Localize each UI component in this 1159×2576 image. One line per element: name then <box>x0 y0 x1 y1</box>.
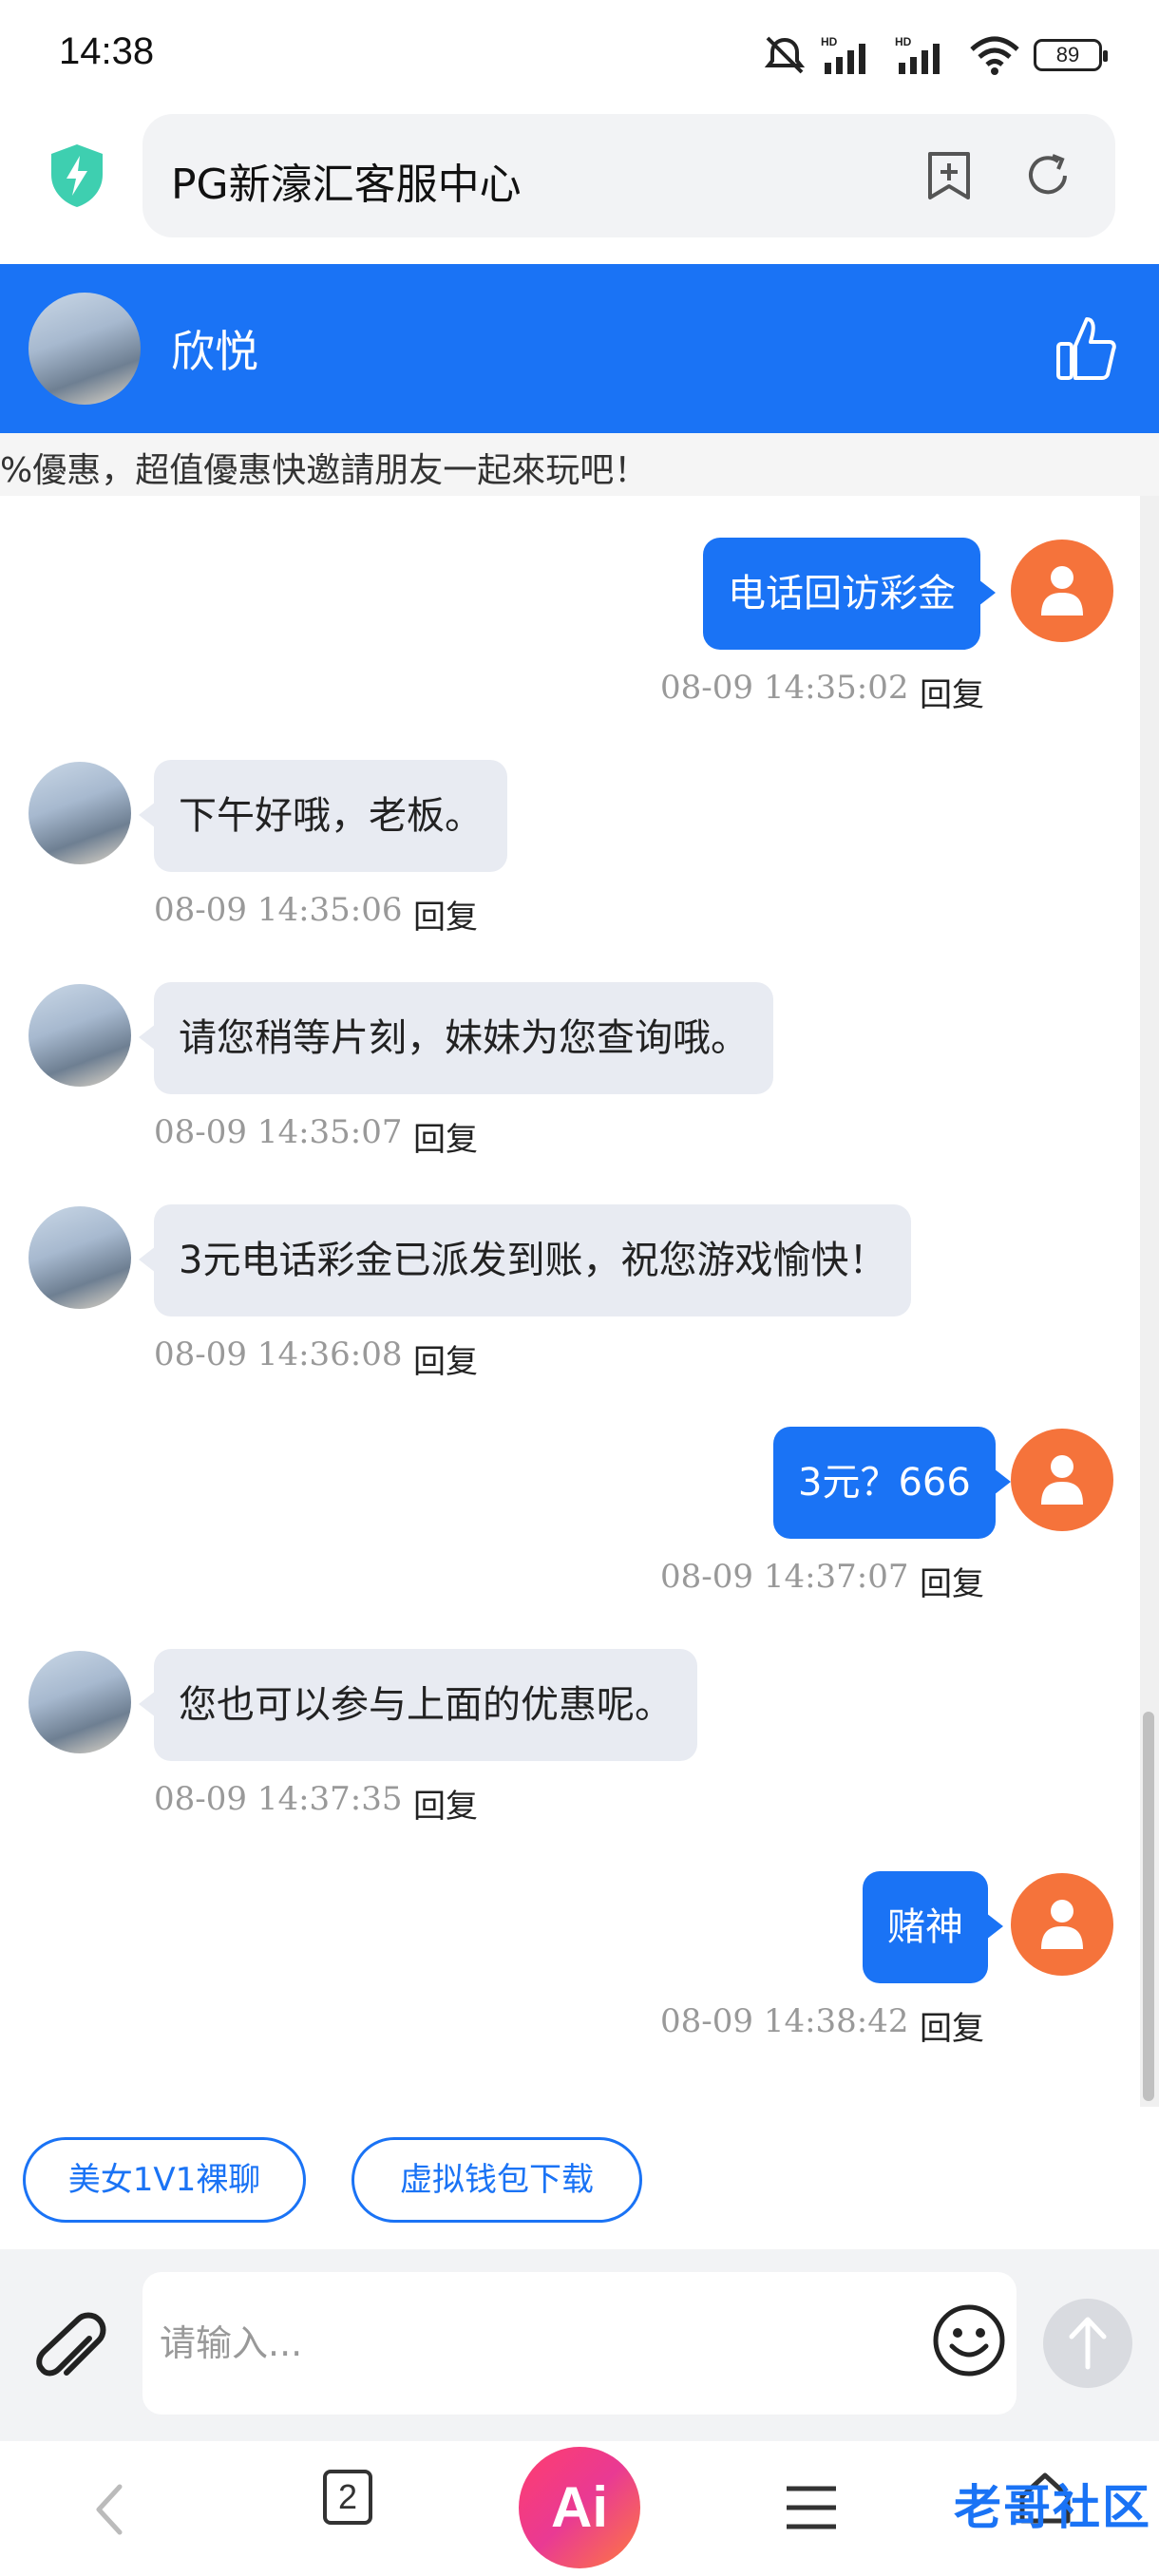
message-bubble-user[interactable]: 3元？666 <box>773 1427 1011 1539</box>
thumbs-up-icon[interactable] <box>1054 313 1117 382</box>
wifi-icon <box>970 36 1019 75</box>
message-bubble-agent[interactable]: 3元电话彩金已派发到账，祝您游戏愉快！ <box>138 1204 912 1316</box>
mute-icon <box>764 36 806 74</box>
refresh-icon[interactable] <box>1022 150 1074 201</box>
send-button[interactable] <box>1043 2299 1132 2388</box>
quick-reply-button[interactable]: 虚拟钱包下载 <box>352 2137 642 2223</box>
reply-link[interactable]: 回复 <box>920 2002 984 2049</box>
status-icons: HD HD 89 <box>762 28 1108 82</box>
user-avatar <box>1011 540 1113 642</box>
message-time: 08-09 14:36:08 <box>154 1335 403 1373</box>
message-bubble-agent[interactable]: 请您稍等片刻，妹妹为您查询哦。 <box>139 982 773 1094</box>
reply-link[interactable]: 回复 <box>413 1113 478 1160</box>
message-bubble-user[interactable]: 电话回访彩金 <box>703 538 996 650</box>
message-time: 08-09 14:37:35 <box>154 1780 403 1818</box>
browser-nav-bar: 2 Ai 老哥社区 <box>0 2441 1159 2576</box>
reply-link[interactable]: 回复 <box>413 891 478 938</box>
send-arrow-icon <box>1069 2317 1107 2370</box>
reply-link[interactable]: 回复 <box>413 1335 478 1382</box>
scroll-thumb[interactable] <box>1143 1712 1154 2101</box>
user-icon <box>1041 1455 1083 1505</box>
message-input[interactable] <box>142 2272 1016 2415</box>
menu-icon[interactable] <box>785 2483 838 2532</box>
battery-icon: 89 <box>1034 39 1108 71</box>
announcement-text: %優惠，超值優惠快邀請朋友一起來玩吧！ <box>0 451 649 490</box>
reply-link[interactable]: 回复 <box>413 1780 478 1827</box>
chat-header: 欣悦 <box>0 264 1159 433</box>
message-time: 08-09 14:35:06 <box>154 891 403 929</box>
status-bar: 14:38 HD HD 89 <box>0 0 1159 104</box>
emoji-icon[interactable] <box>931 2302 1007 2378</box>
message-time: 08-09 14:35:07 <box>154 1113 403 1151</box>
quick-reply-bar: 美女1V1裸聊 虚拟钱包下载 <box>0 2107 1159 2249</box>
agent-name: 欣悦 <box>171 326 258 377</box>
agent-avatar <box>28 1206 131 1309</box>
message-bubble-user[interactable]: 赌神 <box>863 1871 1003 1983</box>
message-time: 08-09 14:37:07 <box>660 1558 909 1596</box>
url-bar[interactable]: PG新濠汇客服中心 <box>142 114 1115 237</box>
message-time: 08-09 14:38:42 <box>660 2002 909 2040</box>
agent-avatar <box>28 762 131 864</box>
agent-avatar <box>28 1651 131 1753</box>
svg-text:HD: HD <box>821 35 838 48</box>
status-time: 14:38 <box>59 30 155 72</box>
chat-scrollbar[interactable] <box>1140 496 1159 2107</box>
quick-reply-button[interactable]: 美女1V1裸聊 <box>23 2137 306 2223</box>
user-avatar <box>1011 1429 1113 1531</box>
paperclip-icon[interactable] <box>34 2302 110 2388</box>
hd-signal-icon: HD <box>895 35 940 74</box>
back-icon[interactable] <box>91 2481 129 2538</box>
browser-bar: PG新濠汇客服中心 <box>0 104 1159 264</box>
reply-link[interactable]: 回复 <box>920 669 984 715</box>
security-shield-icon[interactable] <box>48 142 106 209</box>
input-bar <box>0 2249 1159 2441</box>
user-avatar <box>1011 1873 1113 1976</box>
watermark-logo: 老哥社区 <box>897 2460 1153 2555</box>
tabs-icon[interactable]: 2 <box>323 2470 372 2525</box>
agent-avatar <box>28 984 131 1087</box>
hd-signal-icon: HD <box>821 35 865 74</box>
reply-link[interactable]: 回复 <box>920 1558 984 1604</box>
message-time: 08-09 14:35:02 <box>660 669 909 707</box>
user-icon <box>1041 1900 1083 1949</box>
agent-avatar <box>28 293 141 405</box>
svg-text:HD: HD <box>895 35 912 48</box>
announcement-marquee: %優惠，超值優惠快邀請朋友一起來玩吧！ <box>0 433 1159 496</box>
message-bubble-agent[interactable]: 您也可以参与上面的优惠呢。 <box>139 1649 697 1761</box>
user-icon <box>1041 566 1083 616</box>
message-bubble-agent[interactable]: 下午好哦，老板。 <box>139 760 507 872</box>
watermark-text: 老哥社区 <box>954 2480 1151 2535</box>
url-title[interactable]: PG新濠汇客服中心 <box>171 150 522 211</box>
ai-assistant-icon[interactable]: Ai <box>519 2447 640 2568</box>
bookmark-add-icon[interactable] <box>925 150 973 201</box>
